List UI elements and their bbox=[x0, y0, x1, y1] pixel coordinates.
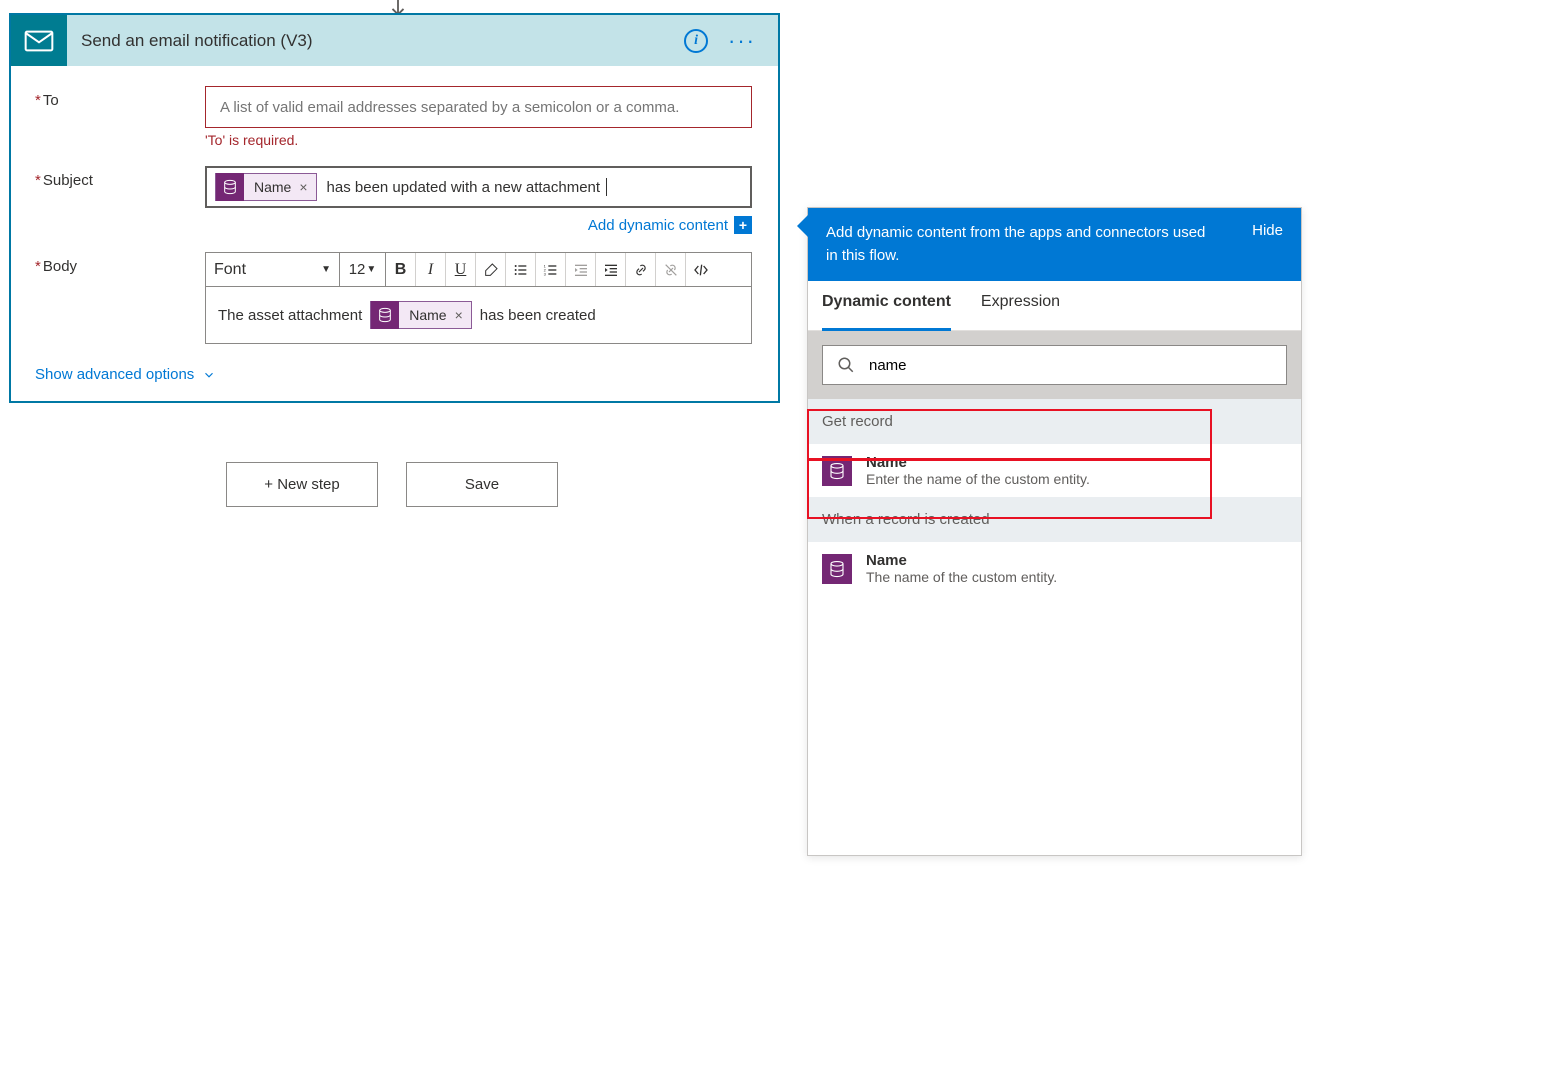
section-when-created: When a record is created bbox=[808, 497, 1301, 542]
bold-button[interactable]: B bbox=[386, 253, 416, 286]
to-input[interactable] bbox=[205, 86, 752, 128]
editor-toolbar: Font▼ 12▼ B I U 123 bbox=[206, 253, 751, 287]
subject-label: *Subject bbox=[35, 166, 205, 234]
tab-expression[interactable]: Expression bbox=[981, 293, 1060, 330]
tab-dynamic-content[interactable]: Dynamic content bbox=[822, 293, 951, 331]
subject-input[interactable]: Name × has been updated with a new attac… bbox=[205, 166, 752, 208]
link-button[interactable] bbox=[626, 253, 656, 286]
show-advanced-link[interactable]: Show advanced options bbox=[35, 366, 752, 383]
italic-button[interactable]: I bbox=[416, 253, 446, 286]
plus-icon[interactable]: + bbox=[734, 216, 752, 234]
body-content[interactable]: The asset attachment Name × has been cre… bbox=[206, 287, 751, 343]
underline-button[interactable]: U bbox=[446, 253, 476, 286]
code-view-button[interactable] bbox=[686, 253, 716, 286]
more-menu-icon[interactable]: ··· bbox=[728, 30, 756, 52]
svg-text:3: 3 bbox=[543, 271, 546, 276]
result-name-when-created[interactable]: Name The name of the custom entity. bbox=[808, 542, 1301, 595]
info-icon[interactable]: i bbox=[684, 29, 708, 53]
database-icon bbox=[822, 554, 852, 584]
outdent-button[interactable] bbox=[566, 253, 596, 286]
body-editor: Font▼ 12▼ B I U 123 bbox=[205, 252, 752, 344]
mail-icon bbox=[11, 15, 67, 66]
card-title: Send an email notification (V3) bbox=[67, 15, 684, 66]
to-label: *To bbox=[35, 86, 205, 148]
hide-button[interactable]: Hide bbox=[1252, 222, 1283, 239]
search-input[interactable] bbox=[869, 357, 1272, 374]
remove-token-icon[interactable]: × bbox=[299, 179, 315, 195]
subject-text: has been updated with a new attachment bbox=[323, 179, 601, 196]
card-header[interactable]: Send an email notification (V3) i ··· bbox=[11, 15, 778, 66]
size-select[interactable]: 12▼ bbox=[340, 253, 386, 286]
search-box[interactable] bbox=[822, 345, 1287, 385]
new-step-button[interactable]: + New step bbox=[226, 462, 378, 507]
body-text-after: has been created bbox=[480, 307, 596, 324]
section-get-record: Get record bbox=[808, 399, 1301, 444]
unlink-button[interactable] bbox=[656, 253, 686, 286]
panel-header: Add dynamic content from the apps and co… bbox=[808, 208, 1301, 281]
panel-pointer bbox=[797, 214, 809, 238]
body-label: *Body bbox=[35, 252, 205, 344]
numbered-list-button[interactable]: 123 bbox=[536, 253, 566, 286]
to-error: 'To' is required. bbox=[205, 132, 752, 148]
database-icon bbox=[216, 173, 244, 201]
database-icon bbox=[822, 456, 852, 486]
search-icon bbox=[837, 356, 855, 374]
body-text-before: The asset attachment bbox=[218, 307, 362, 324]
email-action-card: Send an email notification (V3) i ··· *T… bbox=[9, 13, 780, 403]
database-icon bbox=[371, 301, 399, 329]
result-name-get-record[interactable]: Name Enter the name of the custom entity… bbox=[808, 444, 1301, 497]
font-select[interactable]: Font▼ bbox=[206, 253, 340, 286]
token-name[interactable]: Name × bbox=[370, 301, 472, 329]
save-button[interactable]: Save bbox=[406, 462, 558, 507]
remove-token-icon[interactable]: × bbox=[455, 307, 471, 323]
add-dynamic-content-link[interactable]: Add dynamic content bbox=[588, 217, 728, 234]
indent-button[interactable] bbox=[596, 253, 626, 286]
bullets-button[interactable] bbox=[506, 253, 536, 286]
chevron-down-icon bbox=[202, 368, 216, 382]
dynamic-content-panel: Add dynamic content from the apps and co… bbox=[807, 207, 1302, 856]
token-name[interactable]: Name × bbox=[215, 173, 317, 201]
highlight-button[interactable] bbox=[476, 253, 506, 286]
